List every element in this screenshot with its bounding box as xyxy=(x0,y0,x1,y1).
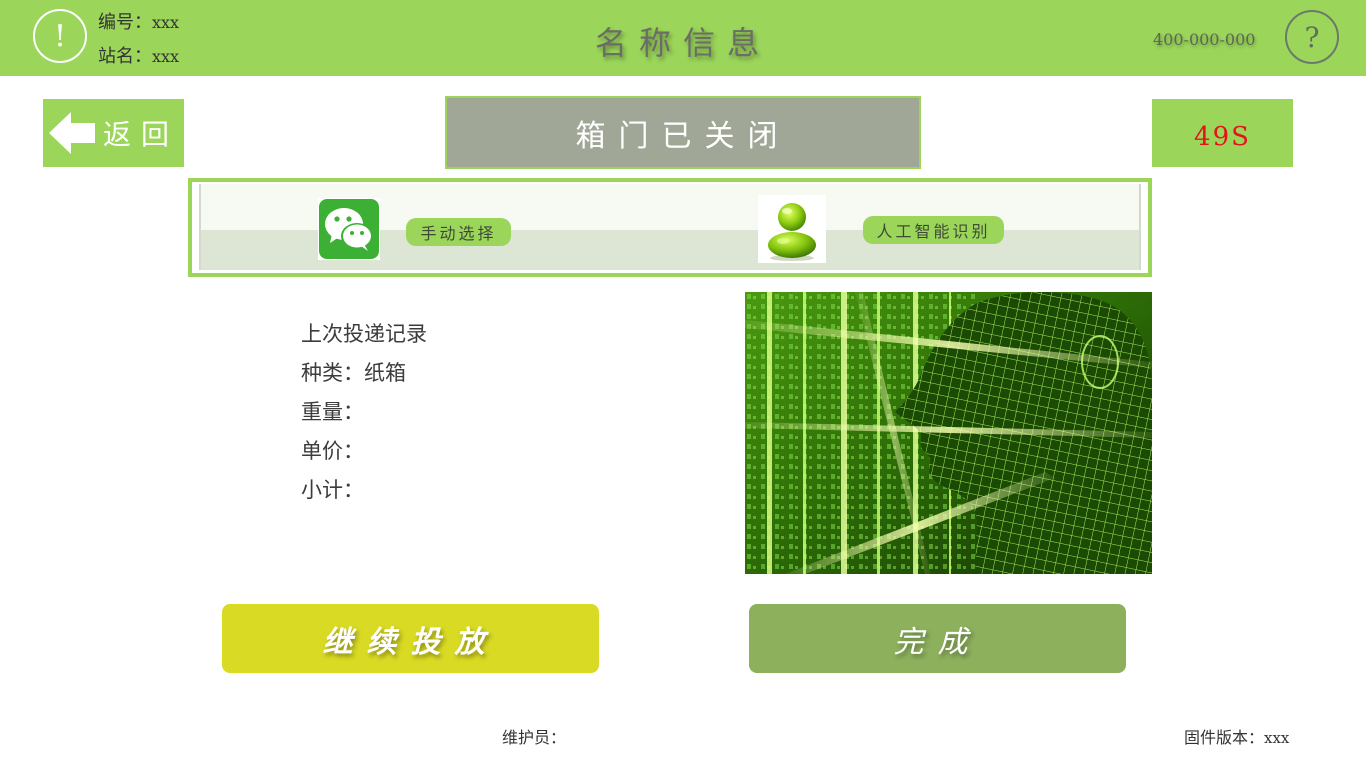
record-type: 种类：纸箱 xyxy=(301,357,427,396)
station-name-label: 站名： xyxy=(98,46,152,67)
done-button[interactable]: 完成 xyxy=(749,604,1126,673)
door-status-banner: 箱门已关闭 xyxy=(445,96,921,169)
device-id-label: 编号： xyxy=(98,12,152,33)
mode-selector-panel: 手动选择 人工智能识别 xyxy=(188,178,1152,277)
device-id: 编号：xxx xyxy=(98,8,179,34)
exclamation-icon: ! xyxy=(53,18,67,54)
arrow-left-icon xyxy=(49,112,95,154)
firmware-version: 固件版本：xxx xyxy=(1184,724,1289,748)
manual-select-button[interactable]: 手动选择 xyxy=(406,218,511,246)
maintainer-label: 维护员： xyxy=(502,728,567,747)
record-unit-price: 单价： xyxy=(301,439,364,463)
help-button[interactable]: ? xyxy=(1285,10,1339,64)
device-id-value: xxx xyxy=(152,13,180,32)
wechat-icon[interactable] xyxy=(318,198,380,260)
firmware-label: 固件版本： xyxy=(1184,728,1265,747)
page-title: 名称信息 xyxy=(594,24,771,62)
ai-face-scan-image xyxy=(745,292,1152,574)
record-title: 上次投递记录 xyxy=(301,322,427,346)
countdown-timer: 49S xyxy=(1152,99,1293,167)
back-button[interactable]: 返回 xyxy=(43,99,184,167)
question-mark-icon: ? xyxy=(1304,20,1320,54)
last-delivery-record: 上次投递记录 种类：纸箱 重量： 单价： 小计： xyxy=(301,318,427,513)
service-phone: 400-000-000 xyxy=(1153,30,1256,49)
warning-button[interactable]: ! xyxy=(33,9,87,63)
record-type-value: 纸箱 xyxy=(364,361,406,385)
station-name: 站名：xxx xyxy=(98,42,179,68)
back-button-label: 返回 xyxy=(103,118,180,151)
record-subtotal: 小计： xyxy=(301,478,364,502)
ai-person-icon[interactable] xyxy=(758,195,826,263)
continue-delivery-button[interactable]: 继续投放 xyxy=(222,604,599,673)
station-name-value: xxx xyxy=(152,47,180,66)
record-type-label: 种类： xyxy=(301,361,364,385)
ai-recognition-button[interactable]: 人工智能识别 xyxy=(863,216,1004,244)
firmware-value: xxx xyxy=(1264,729,1290,747)
header-bar: ! 编号：xxx 站名：xxx 名称信息 400-000-000 ? xyxy=(0,0,1366,76)
mode-selector-inner: 手动选择 人工智能识别 xyxy=(199,184,1141,270)
record-weight: 重量： xyxy=(301,400,364,424)
